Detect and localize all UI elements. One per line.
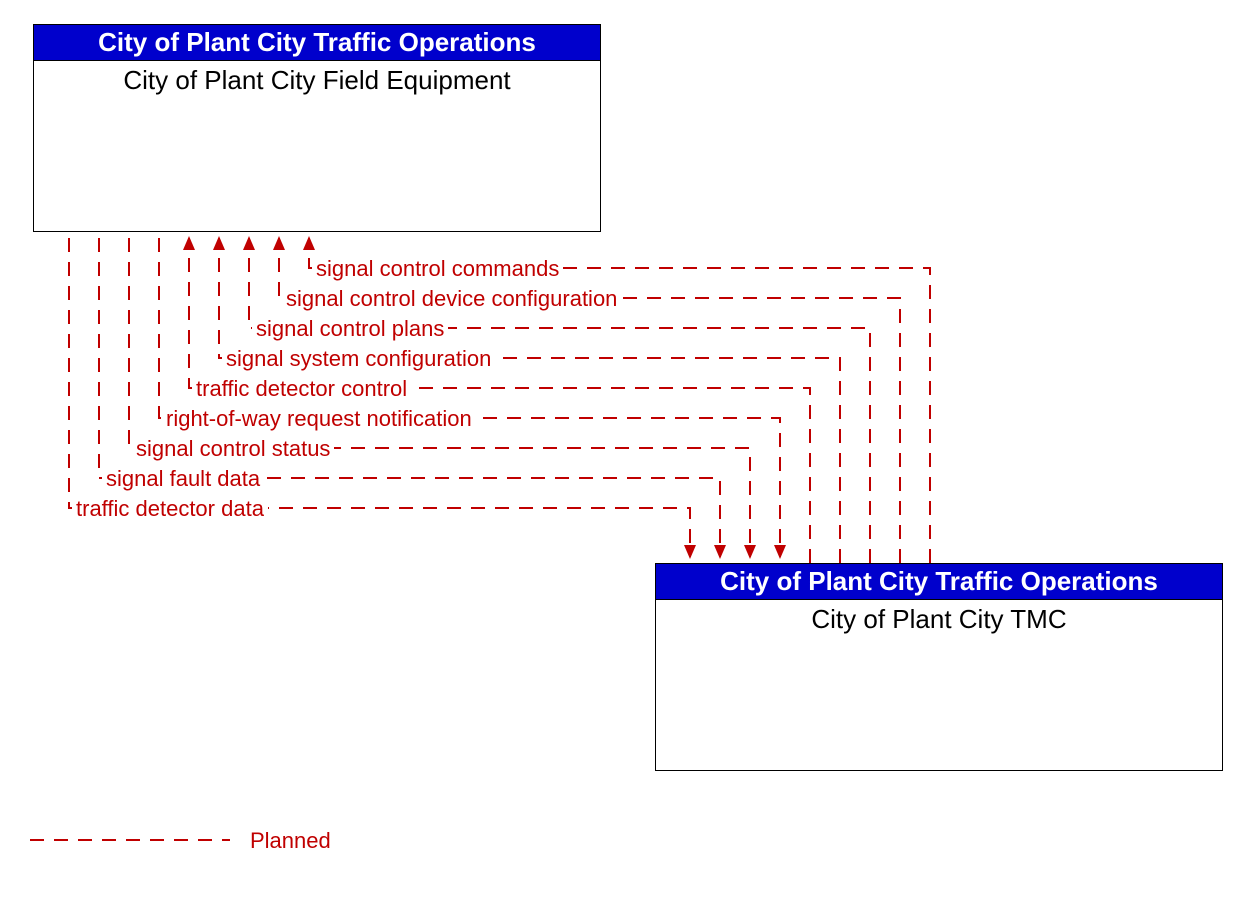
legend-planned-label: Planned	[250, 828, 331, 854]
node-tmc: City of Plant City Traffic Operations Ci…	[655, 563, 1223, 771]
flow-label-traffic-detector-control: traffic detector control	[192, 376, 411, 402]
flow-label-signal-control-status: signal control status	[132, 436, 334, 462]
node-tmc-body: City of Plant City TMC	[656, 600, 1222, 635]
node-field-equipment: City of Plant City Traffic Operations Ci…	[33, 24, 601, 232]
flow-label-traffic-detector-data: traffic detector data	[72, 496, 268, 522]
flow-label-signal-system-configuration: signal system configuration	[222, 346, 495, 372]
flow-label-signal-control-plans: signal control plans	[252, 316, 448, 342]
flow-label-signal-fault-data: signal fault data	[102, 466, 264, 492]
flow-label-signal-control-device-configuration: signal control device configuration	[282, 286, 621, 312]
flow-label-signal-control-commands: signal control commands	[312, 256, 563, 282]
node-tmc-header: City of Plant City Traffic Operations	[656, 564, 1222, 600]
node-field-equipment-body: City of Plant City Field Equipment	[34, 61, 600, 96]
flow-label-right-of-way-request-notification: right-of-way request notification	[162, 406, 476, 432]
node-field-equipment-header: City of Plant City Traffic Operations	[34, 25, 600, 61]
diagram-canvas: City of Plant City Traffic Operations Ci…	[0, 0, 1252, 897]
